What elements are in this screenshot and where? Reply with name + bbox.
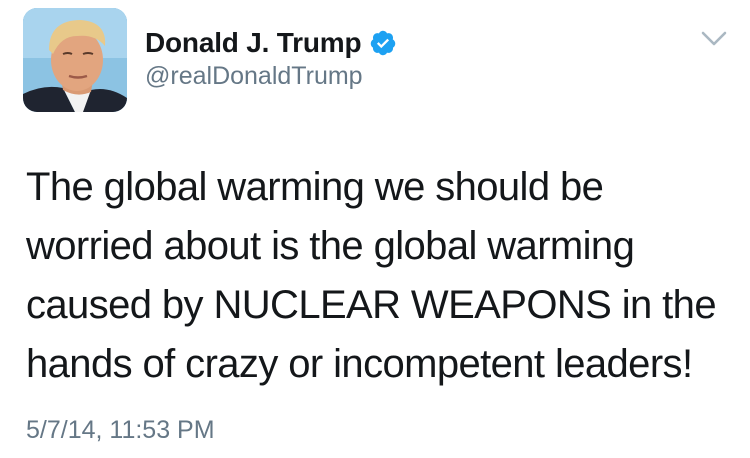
author-handle[interactable]: @realDonaldTrump: [145, 62, 363, 91]
author-name-row[interactable]: Donald J. Trump: [145, 26, 397, 60]
chevron-down-icon[interactable]: [700, 30, 728, 48]
profile-avatar[interactable]: [23, 8, 127, 112]
tweet-text: The global warming we should be worried …: [26, 165, 717, 386]
author-display-name[interactable]: Donald J. Trump: [145, 27, 362, 59]
avatar-image: [23, 8, 127, 112]
tweet-card: Donald J. Trump @realDonaldTrump The glo…: [0, 0, 750, 458]
tweet-timestamp[interactable]: 5/7/14, 11:53 PM: [26, 416, 215, 445]
verified-badge-icon: [369, 29, 397, 57]
